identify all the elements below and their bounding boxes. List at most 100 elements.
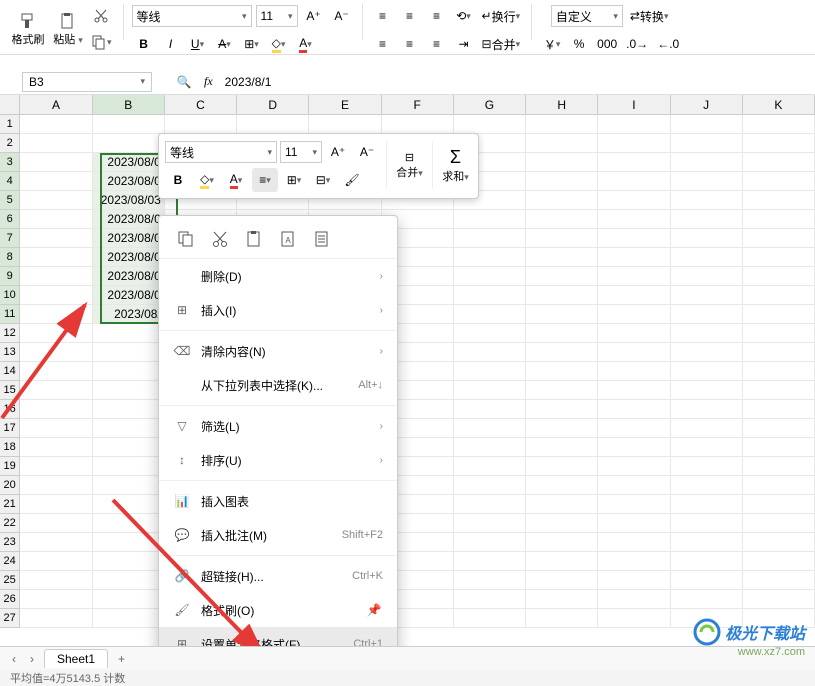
cell[interactable] [93,419,165,438]
strikethrough-button[interactable]: A▾ [213,32,237,56]
cell[interactable]: 2023/08/0 [93,286,165,305]
mini-align-button[interactable]: ≡▾ [252,168,278,192]
cell[interactable] [93,134,165,153]
font-color-button[interactable]: A▾ [294,32,318,56]
cell[interactable] [526,476,598,495]
number-format-combo[interactable]: 自定义▾ [551,5,623,27]
cell[interactable] [743,248,815,267]
cell[interactable] [454,495,526,514]
cell[interactable] [598,134,670,153]
cell[interactable]: 2023/08/0 [93,267,165,286]
cell[interactable] [671,153,743,172]
cell[interactable] [598,115,670,134]
cell[interactable] [598,438,670,457]
mini-fmt-button[interactable]: ⊟▾ [310,168,336,192]
mini-fontcolor-button[interactable]: A▾ [223,168,249,192]
cell[interactable] [526,248,598,267]
comma-button[interactable]: 000 [594,32,620,56]
cell[interactable] [526,115,598,134]
cell[interactable] [671,495,743,514]
cell[interactable] [598,381,670,400]
cell[interactable] [671,381,743,400]
cell[interactable]: 2023/08/03 [93,191,165,210]
align-center-button[interactable]: ≡ [398,32,422,56]
cell[interactable] [526,134,598,153]
cell[interactable] [454,248,526,267]
col-header-f[interactable]: F [382,95,454,114]
cell[interactable] [671,362,743,381]
cell[interactable] [743,514,815,533]
cell[interactable] [454,552,526,571]
cell[interactable] [598,476,670,495]
cell[interactable] [454,590,526,609]
cell[interactable] [454,533,526,552]
cell[interactable] [20,495,92,514]
col-header-k[interactable]: K [743,95,815,114]
font-name-combo[interactable]: 等线▾ [132,5,252,27]
row-header[interactable]: 4 [0,172,20,191]
cell[interactable] [526,210,598,229]
cell[interactable] [526,286,598,305]
cell[interactable] [743,495,815,514]
cell[interactable] [20,134,92,153]
cell[interactable] [526,191,598,210]
merge-button[interactable]: ⊟合并▾ [479,32,524,56]
cell[interactable] [526,153,598,172]
cell[interactable] [526,343,598,362]
cell[interactable] [598,267,670,286]
cell[interactable] [165,115,237,134]
mini-dec-font-button[interactable]: A⁻ [354,140,380,164]
ctx-cut-button[interactable] [207,226,233,252]
percent-button[interactable]: % [567,32,591,56]
cell[interactable] [671,248,743,267]
cell[interactable] [526,571,598,590]
cell[interactable] [93,381,165,400]
cell[interactable] [598,571,670,590]
cell[interactable]: 2023/08/0 [93,153,165,172]
cell[interactable] [20,552,92,571]
cell[interactable] [526,438,598,457]
paste-button[interactable]: 粘贴 ▾ [48,5,88,53]
mini-fill-button[interactable]: ◇▾ [194,168,220,192]
cell[interactable] [526,533,598,552]
mini-border-button[interactable]: ⊞▾ [281,168,307,192]
cell[interactable] [454,381,526,400]
col-header-c[interactable]: C [165,95,237,114]
col-header-g[interactable]: G [454,95,526,114]
cell[interactable] [382,115,454,134]
row-header[interactable]: 19 [0,457,20,476]
cell[interactable] [671,324,743,343]
cell[interactable] [526,229,598,248]
cell[interactable] [93,362,165,381]
cell[interactable] [743,191,815,210]
cell[interactable] [671,514,743,533]
cell[interactable] [671,590,743,609]
sheet-tab-1[interactable]: Sheet1 [44,649,108,668]
cell[interactable] [237,115,309,134]
cell[interactable] [20,172,92,191]
select-all-corner[interactable] [0,95,20,114]
cell[interactable]: 2023/08/0 [93,172,165,191]
copy-button[interactable]: ▾ [88,30,115,54]
mini-merge-button[interactable]: ⊟合并▾ [386,140,426,190]
cell[interactable] [743,305,815,324]
cell[interactable] [671,210,743,229]
orientation-button[interactable]: ⟲▾ [452,4,476,28]
cell[interactable] [743,324,815,343]
row-header[interactable]: 8 [0,248,20,267]
row-header[interactable]: 18 [0,438,20,457]
row-header[interactable]: 9 [0,267,20,286]
cell[interactable] [598,286,670,305]
tab-prev[interactable]: ‹ [8,652,20,666]
decrease-font-button[interactable]: A⁻ [330,4,354,28]
col-header-b[interactable]: B [93,95,165,114]
col-header-h[interactable]: H [526,95,598,114]
col-header-d[interactable]: D [237,95,309,114]
cell[interactable] [598,362,670,381]
mini-painter-button[interactable]: 🖌 [339,168,365,192]
cell[interactable] [20,419,92,438]
cell[interactable] [526,495,598,514]
cell[interactable] [454,514,526,533]
row-header[interactable]: 6 [0,210,20,229]
cell[interactable] [598,400,670,419]
